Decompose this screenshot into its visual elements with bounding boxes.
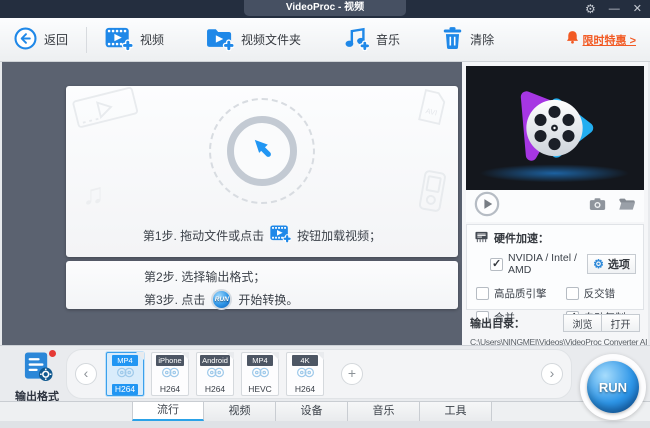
video-add-icon bbox=[105, 26, 134, 54]
step2-text: 第2步. 选择输出格式； bbox=[144, 270, 266, 284]
tab-music[interactable]: 音乐 bbox=[348, 402, 420, 421]
svg-text:AVI: AVI bbox=[425, 106, 438, 117]
load-circle-ring bbox=[227, 116, 297, 186]
add-format-button[interactable]: + bbox=[341, 363, 363, 385]
open-button[interactable]: 打开 bbox=[601, 314, 640, 332]
tab-tools[interactable]: 工具 bbox=[420, 402, 492, 421]
bottom-strip bbox=[0, 421, 650, 428]
titlebar: VideoProc - 视频 ⚙ — ✕ bbox=[0, 0, 650, 18]
open-folder-button[interactable] bbox=[618, 197, 636, 216]
snapshot-camera-button[interactable] bbox=[589, 197, 606, 216]
output-format-button[interactable]: 输出格式 bbox=[10, 350, 64, 404]
music-add-icon bbox=[343, 26, 371, 54]
add-video-folder-button[interactable]: 视频文件夹 bbox=[206, 26, 301, 54]
add-video-button[interactable]: 视频 bbox=[105, 26, 164, 54]
clear-button[interactable]: 清除 bbox=[442, 26, 494, 53]
play-button[interactable] bbox=[474, 191, 500, 222]
main-workspace: AVI ♫ 第1步. 拖动文件或点击 按钮加载视频； 第2步. 选择输出格式； … bbox=[2, 62, 462, 345]
watermark-phone-icon bbox=[416, 168, 448, 218]
video-add-mini-icon bbox=[270, 224, 292, 246]
tab-video[interactable]: 视频 bbox=[204, 402, 276, 421]
notification-dot bbox=[48, 350, 56, 357]
toolbar-divider bbox=[86, 26, 88, 53]
output-format-doc-icon bbox=[21, 352, 54, 386]
reel-icon bbox=[116, 366, 135, 384]
hardware-acceleration-box: 硬件加速： NVIDIA / Intel / AMD ⚙ 选项 高品质引擎 反交… bbox=[466, 224, 644, 324]
output-directory-section: 输出目录： 浏览 打开 C:\Users\NINGMEI\Videos\Vide… bbox=[470, 314, 648, 347]
load-video-circle-button[interactable] bbox=[209, 98, 315, 204]
settings-gear-icon[interactable]: ⚙ bbox=[585, 0, 596, 18]
bottombar: 输出格式 ‹ MP4 H264 iPhone H264 Android H264… bbox=[0, 345, 650, 428]
watermark-music-note-icon: ♫ bbox=[82, 178, 105, 211]
reel-icon bbox=[296, 366, 315, 384]
chip-icon bbox=[474, 230, 489, 246]
format-card-mp4-hevc[interactable]: MP4 HEVC bbox=[241, 352, 279, 396]
options-button[interactable]: ⚙ 选项 bbox=[587, 254, 636, 274]
toolbar: 返回 视频 视频文件夹 音乐 清除 限时特惠 > bbox=[0, 18, 650, 62]
reel-icon bbox=[251, 366, 270, 384]
watermark-avi-file-icon: AVI bbox=[414, 87, 450, 131]
add-music-button[interactable]: 音乐 bbox=[343, 26, 400, 54]
steps-panel: 第2步. 选择输出格式； 第3步. 点击 RUN 开始转换。 bbox=[66, 261, 458, 310]
scroll-left-button[interactable]: ‹ bbox=[75, 363, 97, 385]
scroll-right-button[interactable]: › bbox=[541, 363, 563, 385]
minimize-button[interactable]: — bbox=[609, 0, 620, 18]
trash-icon bbox=[442, 26, 463, 53]
checkbox-gpu[interactable] bbox=[490, 257, 503, 271]
format-card-mp4-h264[interactable]: MP4 H264 bbox=[106, 352, 144, 396]
options-gear-icon: ⚙ bbox=[593, 257, 604, 271]
tab-device[interactable]: 设备 bbox=[276, 402, 348, 421]
checkbox-deinterlace[interactable]: 反交错 bbox=[565, 286, 636, 301]
bell-icon bbox=[566, 30, 579, 49]
right-panel: 硬件加速： NVIDIA / Intel / AMD ⚙ 选项 高品质引擎 反交… bbox=[462, 62, 648, 347]
cursor-arrow-icon bbox=[250, 136, 275, 166]
run-button-housing: RUN bbox=[580, 354, 646, 420]
format-card-4k-h264[interactable]: 4K H264 bbox=[286, 352, 324, 396]
drop-zone[interactable]: AVI ♫ 第1步. 拖动文件或点击 按钮加载视频； bbox=[66, 86, 458, 257]
run-button[interactable]: RUN bbox=[587, 361, 639, 413]
format-tray: ‹ MP4 H264 iPhone H264 Android H264 MP4 … bbox=[66, 349, 572, 399]
back-button[interactable]: 返回 bbox=[14, 26, 68, 53]
run-mini-icon: RUN bbox=[211, 289, 233, 310]
browse-button[interactable]: 浏览 bbox=[563, 314, 602, 332]
back-arrow-icon bbox=[14, 26, 37, 53]
preview-screen bbox=[466, 65, 644, 191]
preview-controls bbox=[466, 190, 644, 222]
format-card-iphone-h264[interactable]: iPhone H264 bbox=[151, 352, 189, 396]
window-title: VideoProc - 视频 bbox=[244, 0, 406, 16]
promo-link[interactable]: 限时特惠 > bbox=[566, 30, 636, 49]
watermark-filmstrip-icon bbox=[71, 85, 144, 137]
videoproc-logo bbox=[466, 65, 644, 191]
checkbox-high-quality-engine[interactable]: 高品质引擎 bbox=[476, 286, 566, 301]
video-folder-add-icon bbox=[206, 26, 235, 54]
reel-icon bbox=[206, 366, 225, 384]
hardware-acceleration-title: 硬件加速： bbox=[474, 230, 636, 246]
output-directory-label: 输出目录： bbox=[470, 318, 525, 330]
format-card-android-h264[interactable]: Android H264 bbox=[196, 352, 234, 396]
step3-text: 第3步. 点击 RUN 开始转换。 bbox=[144, 289, 458, 310]
close-button[interactable]: ✕ bbox=[633, 0, 642, 18]
step1-text: 第1步. 拖动文件或点击 按钮加载视频； bbox=[66, 224, 458, 246]
tab-popular[interactable]: 流行 bbox=[132, 402, 204, 421]
category-tabs: 流行 视频 设备 音乐 工具 bbox=[0, 401, 650, 421]
reel-icon bbox=[161, 366, 180, 384]
